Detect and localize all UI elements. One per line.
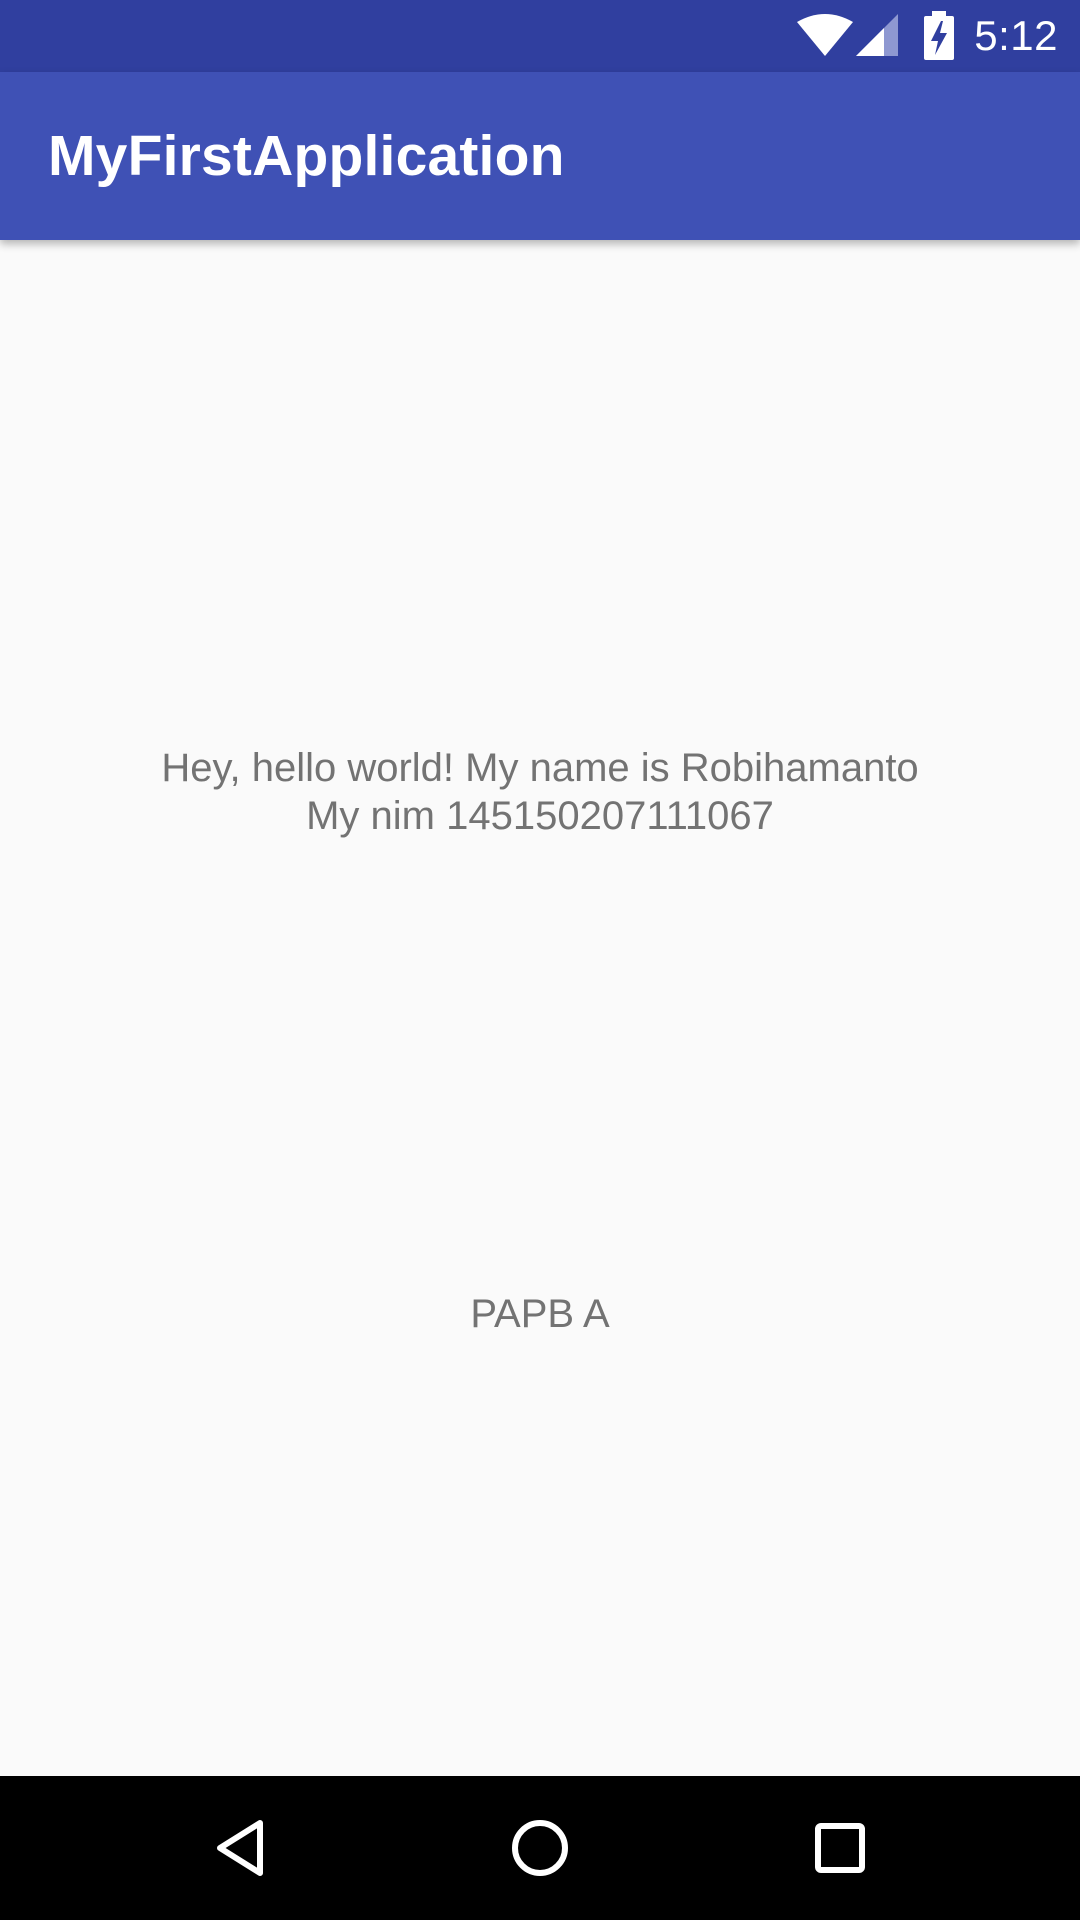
status-icons: 5:12: [796, 0, 1058, 72]
android-screen: 5:12 MyFirstApplication Hey, hello world…: [0, 0, 1080, 1920]
navigation-bar: [0, 1776, 1080, 1920]
app-title: MyFirstApplication: [48, 124, 565, 188]
recents-icon: [815, 1823, 865, 1873]
greeting-line-2: My nim 145150207111067: [306, 794, 774, 838]
greeting-line-1: Hey, hello world! My name is Robihamanto: [161, 746, 919, 790]
back-button[interactable]: [150, 1776, 330, 1920]
wifi-icon: [797, 14, 854, 56]
cellular-signal-icon: [856, 14, 899, 56]
class-label: PAPB A: [470, 1292, 610, 1336]
app-bar: MyFirstApplication: [0, 72, 1080, 240]
battery-charging-icon: [924, 11, 955, 60]
home-icon: [512, 1820, 568, 1876]
recents-button[interactable]: [750, 1776, 930, 1920]
main-content: Hey, hello world! My name is Robihamanto…: [0, 240, 1080, 1776]
status-time: 5:12: [974, 12, 1058, 59]
home-button[interactable]: [450, 1776, 630, 1920]
back-icon: [217, 1820, 263, 1876]
status-bar: 5:12: [0, 0, 1080, 72]
greeting-text: Hey, hello world! My name is Robihamanto…: [0, 744, 1080, 840]
